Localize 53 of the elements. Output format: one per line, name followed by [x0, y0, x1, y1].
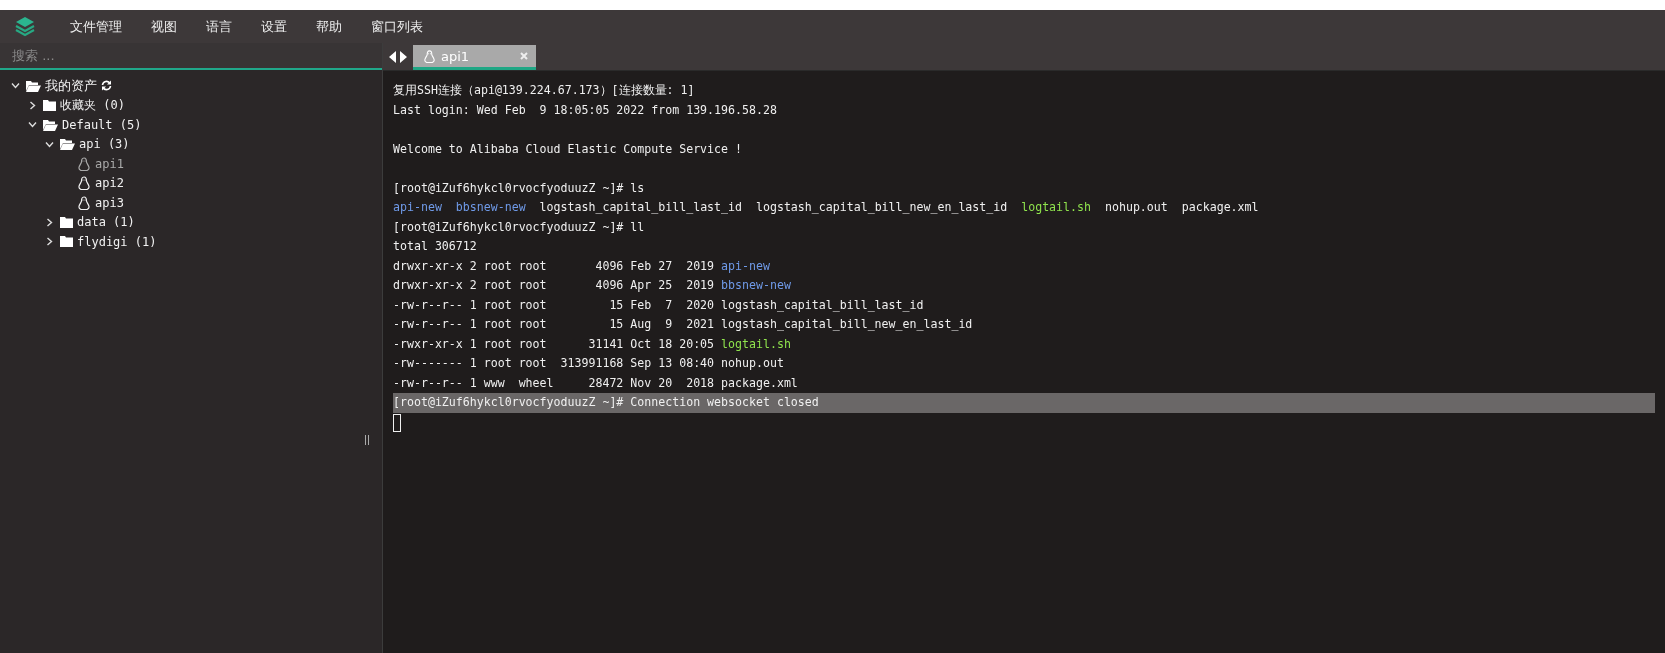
terminal-text: -rw-r--r-- 1 www wheel 28472 Nov 20 2018 package.xml: [393, 374, 798, 392]
tree-item[interactable]: api3: [95, 195, 124, 210]
tree-item[interactable]: Default (5): [62, 117, 142, 132]
terminal-text: Welcome to Alibaba Cloud Elastic Compute Service !: [393, 140, 742, 158]
left-right-arrows-icon[interactable]: [389, 50, 407, 63]
chevron-right-icon[interactable]: [27, 100, 37, 110]
terminal-text: drwxr-xr-x 2 root root 4096 Feb 27 2019: [393, 257, 715, 275]
terminal-text: [root@iZuf6hykcl0rvocfyoduuzZ ~]# ls: [393, 179, 645, 197]
terminal-text: package.xml: [1181, 199, 1259, 216]
directory-name: api-new: [393, 199, 442, 216]
terminal-text: -rw-r--r-- 1 root root 15 Aug 9 2021 logstash_capital_bill_new_en_last_id: [393, 316, 973, 333]
folder-icon: [60, 236, 73, 248]
stacked-layers-logo-icon: [14, 15, 36, 38]
menu-item[interactable]: 窗口列表: [357, 17, 437, 36]
folder-icon: [43, 99, 56, 111]
menu-item[interactable]: 视图: [137, 17, 191, 36]
folder-icon: [60, 216, 73, 228]
terminal-text: -rw-r--r-- 1 root root 15 Feb 7 2020 logstash_capital_bill_last_id: [393, 296, 924, 314]
search-field[interactable]: 搜索 ...: [0, 43, 382, 70]
text-cursor: [393, 413, 401, 432]
splitter-handle-icon[interactable]: [364, 435, 370, 445]
terminal-text: -rwxr-xr-x 1 root root 31141 Oct 18 20:05: [393, 335, 715, 353]
open-folder-icon: [60, 138, 75, 151]
tree-item[interactable]: 收藏夹 (0): [60, 96, 125, 114]
terminal-text: logstash_capital_bill_last_id: [539, 199, 742, 216]
terminal-text: 复用SSH连接（api@139.224.67.173）[连接数量: 1]: [393, 82, 695, 99]
terminal-text: -rw------- 1 root root 313991168 Sep 13 08:40 nohup.out: [393, 355, 784, 372]
tree-item[interactable]: 我的资产: [45, 76, 97, 95]
terminal-text: logstash_capital_bill_new_en_last_id: [755, 199, 1008, 216]
executable-name: logtail.sh: [1021, 199, 1091, 216]
tree-item[interactable]: api (3): [79, 137, 130, 152]
tree-item[interactable]: api1: [95, 156, 124, 171]
directory-name: api-new: [721, 257, 770, 275]
executable-name: logtail.sh: [721, 335, 791, 353]
terminal-text: nohup.out: [1104, 199, 1168, 216]
tree-item[interactable]: flydigi (1): [77, 234, 157, 249]
menu-item[interactable]: 文件管理: [56, 17, 136, 36]
terminal-text: total 306712: [393, 238, 477, 255]
menu-item[interactable]: 语言: [192, 17, 246, 36]
directory-name: bbsnew-new: [721, 277, 791, 294]
terminal-text: Last login: Wed Feb 9 18:05:05 2022 from 139.196.58.28: [393, 101, 777, 119]
directory-name: bbsnew-new: [455, 199, 526, 216]
menu-item[interactable]: 设置: [247, 17, 301, 36]
tree-item[interactable]: api2: [95, 176, 124, 191]
open-folder-icon: [26, 79, 41, 92]
refresh-icon[interactable]: [101, 80, 112, 92]
open-folder-icon: [43, 118, 58, 131]
chevron-down-icon[interactable]: [10, 81, 20, 91]
terminal-text: [root@iZuf6hykcl0rvocfyoduuzZ ~]# Connection websocket closed: [393, 394, 819, 411]
terminal-text: drwxr-xr-x 2 root root 4096 Apr 25 2019: [393, 277, 715, 294]
terminal-text: [root@iZuf6hykcl0rvocfyoduuzZ ~]# ll: [393, 218, 645, 236]
menu-item[interactable]: 帮助: [302, 17, 356, 36]
tree-item[interactable]: data (1): [77, 215, 135, 230]
